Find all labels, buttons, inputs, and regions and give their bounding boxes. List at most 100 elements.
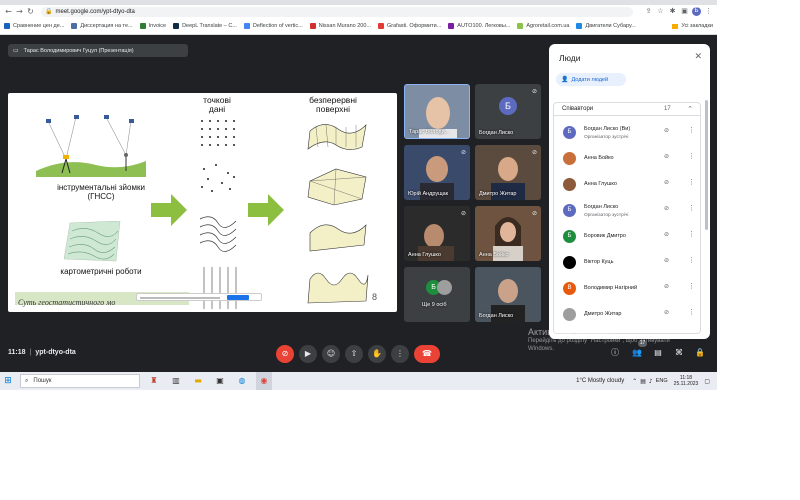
bookmark-item[interactable]: Agroretail.com.ua [517, 23, 569, 29]
presentation-title: Тарас Володимирович Гуцул (Презентація) [23, 47, 134, 54]
present-button[interactable]: ⇧ [345, 345, 363, 363]
bookmark-favicon-icon [309, 23, 316, 29]
more-options-icon[interactable]: ⋮ [688, 308, 695, 316]
video-tile[interactable]: ⊘ Анна Глушко [404, 206, 470, 261]
chevron-up-icon[interactable]: ⌃ [632, 378, 637, 385]
bookmark-favicon-icon [173, 23, 180, 29]
bookmark-item[interactable]: DeepL Translate – С... [173, 23, 237, 29]
video-tile[interactable]: ⊘ Дмитро Житар [475, 145, 541, 200]
participant-row[interactable]: В Володимир Нагірний ⊘ ⋮ [554, 277, 700, 301]
widget-castle-icon[interactable]: ♜ [146, 372, 162, 390]
video-tile[interactable]: ⊘ Анна Бойко [475, 206, 541, 261]
surface-patterns [307, 124, 369, 304]
participant-role: Організатор зустрічі [584, 213, 629, 218]
folder-icon [672, 23, 679, 29]
share-icon[interactable]: ⇪ [644, 7, 653, 16]
participant-row[interactable]: Б Боровик Дмитро ⊘ ⋮ [554, 225, 700, 249]
host-controls-button[interactable]: 🔒 [694, 347, 706, 359]
file-explorer-icon[interactable]: ▬ [190, 372, 206, 390]
tile-name: Богдан Лиско [479, 313, 514, 319]
more-options-button[interactable]: ⋮ [391, 345, 409, 363]
people-scrollbar[interactable] [705, 100, 708, 230]
participant-row[interactable]: Б Богдан Лиско Організатор зустрічі ⊘ ⋮ [554, 199, 700, 223]
weather-widget[interactable]: 1°C Mostly cloudy [576, 378, 624, 384]
bookmark-item[interactable]: Deflection of vertic... [243, 23, 303, 29]
participant-row[interactable]: Віктор Куць ⊘ ⋮ [554, 251, 700, 275]
mic-off-icon[interactable]: ⊘ [664, 257, 669, 264]
tile-name: Анна Глушко [408, 252, 441, 258]
bookmark-item[interactable]: Сравнение цен де... [4, 23, 64, 29]
back-icon[interactable]: ← [4, 7, 13, 16]
close-icon[interactable]: ✕ [694, 52, 702, 62]
bookmark-item[interactable]: Invoice [139, 23, 166, 29]
bookmark-item[interactable]: AUTO100. Легковы... [448, 23, 510, 29]
chevron-up-icon[interactable]: ⌃ [687, 105, 693, 113]
more-options-icon[interactable]: ⋮ [688, 230, 695, 238]
more-options-icon[interactable]: ⋮ [688, 256, 695, 264]
bookmark-item[interactable]: Grafasti. Оформити... [378, 23, 441, 29]
activities-button[interactable]: ⌘ [673, 347, 685, 359]
taskbar-search[interactable]: ⌕ Пошук [20, 374, 140, 388]
participant-row[interactable]: Б Богдан Лиско (Ви) Організатор зустрічі… [554, 121, 700, 145]
more-participants-tile[interactable]: Б Ще 9 осіб [404, 267, 470, 322]
mic-off-icon[interactable]: ⊘ [664, 127, 669, 134]
bookmark-item[interactable]: Двигатели Субару... [576, 23, 636, 29]
emoji-icon: ☺ [326, 349, 336, 358]
language-indicator[interactable]: ENG [656, 378, 668, 384]
profile-avatar[interactable]: Б [692, 7, 701, 16]
mic-off-icon[interactable]: ⊘ [664, 231, 669, 238]
store-icon[interactable]: ▣ [212, 372, 228, 390]
mic-off-icon[interactable]: ⊘ [664, 309, 669, 316]
chat-button[interactable]: ▤ [652, 347, 664, 359]
participant-row[interactable]: Анна Глушко ⊘ ⋮ [554, 173, 700, 197]
stop-sharing-button[interactable] [227, 295, 249, 300]
mic-off-icon: ⊘ [531, 88, 537, 95]
all-bookmarks-folder[interactable]: Усі закладки [672, 23, 717, 29]
video-tile[interactable]: Богдан Лиско [475, 267, 541, 322]
forward-icon[interactable]: → [15, 7, 24, 16]
raise-hand-button[interactable]: ✋ [368, 345, 386, 363]
mic-off-icon[interactable]: ⊘ [664, 283, 669, 290]
bookmark-item[interactable]: Nissan Murano 200... [309, 23, 371, 29]
more-options-icon[interactable]: ⋮ [688, 282, 695, 290]
edge-icon[interactable]: ◍ [234, 372, 250, 390]
mic-off-icon[interactable]: ⊘ [664, 205, 669, 212]
participant-name: Дмитро Житар [584, 311, 622, 317]
reload-icon[interactable]: ↻ [26, 7, 35, 16]
more-options-icon[interactable]: ⋮ [688, 178, 695, 186]
bookmark-item[interactable]: Диссертация на те... [71, 23, 133, 29]
network-icon[interactable]: ▤ [640, 378, 646, 385]
clock-date[interactable]: 11:18 25.11.2023 [674, 375, 699, 387]
avatar: Б [563, 230, 576, 243]
sidepanel-icon[interactable]: ▣ [680, 7, 689, 16]
video-tile[interactable]: ⊘ Юрій Андрущак [404, 145, 470, 200]
extensions-icon[interactable]: ✱ [668, 7, 677, 16]
address-bar[interactable]: 🔒 meet.google.com/ypt-dtyo-dta [41, 6, 633, 17]
speaker-icon[interactable]: ♪ [649, 378, 653, 385]
star-icon[interactable]: ☆ [656, 7, 665, 16]
more-options-icon[interactable]: ⋮ [688, 126, 695, 134]
mic-off-icon[interactable]: ⊘ [664, 153, 669, 160]
leave-call-button[interactable]: ☎ [414, 345, 440, 363]
avatar: Б [499, 97, 517, 115]
section-header[interactable]: Співавтори 17 ⌃ [554, 103, 700, 116]
notification-icon[interactable]: ▢ [704, 378, 710, 385]
video-tile[interactable]: Б ⊘ Богдан Лиско [475, 84, 541, 139]
task-view-icon[interactable]: ▥ [168, 372, 184, 390]
add-people-button[interactable]: 👤 Додати людей [556, 73, 626, 86]
camera-toggle-button[interactable]: ▶ [299, 345, 317, 363]
info-button[interactable]: ⓘ [609, 347, 621, 359]
mic-off-icon[interactable]: ⊘ [664, 179, 669, 186]
video-tile[interactable]: Тарас Володи... [404, 84, 470, 139]
menu-icon[interactable]: ⋮ [704, 7, 713, 16]
more-options-icon[interactable]: ⋮ [688, 204, 695, 212]
participant-row[interactable]: Дмитро Житар ⊘ ⋮ [554, 303, 700, 327]
chrome-icon[interactable]: ◉ [256, 372, 272, 390]
mic-toggle-button[interactable]: ⊘ [276, 345, 294, 363]
participant-row[interactable]: Анна Бойко ⊘ ⋮ [554, 147, 700, 171]
people-button[interactable]: 👥 [631, 347, 643, 359]
more-options-icon[interactable]: ⋮ [688, 152, 695, 160]
reactions-button[interactable]: ☺ [322, 345, 340, 363]
sharing-notice [136, 293, 262, 301]
windows-start-icon[interactable]: ⊞ [0, 372, 16, 390]
